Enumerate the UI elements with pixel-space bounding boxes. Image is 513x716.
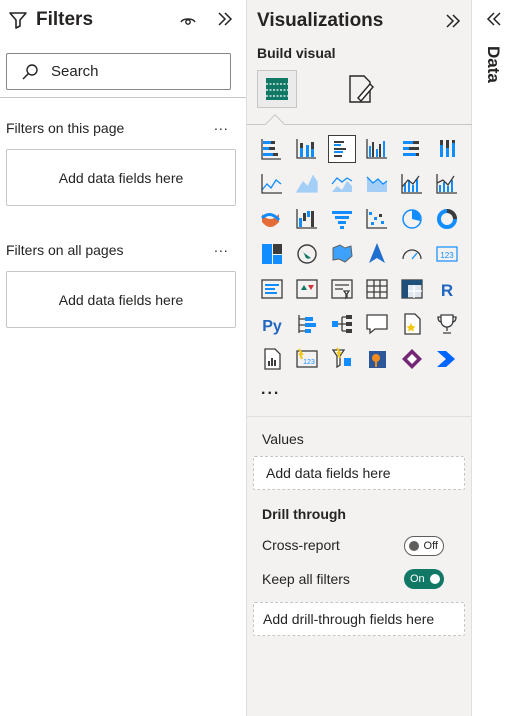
key-influencers-icon[interactable] [293, 310, 321, 338]
toggle-knob [409, 541, 419, 551]
matrix-icon[interactable] [398, 275, 426, 303]
all-pages-filters-well[interactable]: Add data fields here [6, 271, 236, 328]
waterfall-chart-icon[interactable] [293, 205, 321, 233]
card-icon[interactable]: 123 [433, 240, 461, 268]
data-pane-title[interactable]: Data [483, 46, 503, 83]
slicer-icon[interactable] [328, 275, 356, 303]
power-automate-icon[interactable] [328, 345, 356, 373]
data-pane: Data [473, 0, 513, 716]
donut-chart-icon[interactable] [433, 205, 461, 233]
clustered-column-chart-icon[interactable] [363, 135, 391, 163]
arcgis-map-icon[interactable] [363, 345, 391, 373]
more-visuals-button[interactable]: ... [261, 381, 280, 399]
filters-all-pages-label: Filters on all pages [6, 242, 124, 258]
filters-on-page-label: Filters on this page [6, 120, 125, 136]
paginated-report-icon[interactable] [258, 345, 286, 373]
line-chart-icon[interactable] [258, 170, 286, 198]
azure-map-icon[interactable] [363, 240, 391, 268]
keep-all-filters-toggle[interactable]: On [404, 569, 444, 589]
power-apps-icon[interactable]: 123 [293, 345, 321, 373]
format-brush-icon [349, 75, 374, 103]
visualizations-pane: Visualizations Build visual 123 R Py 123 ..… [246, 0, 472, 716]
table-build-icon [266, 78, 288, 100]
all-filters-more-button[interactable]: ... [214, 239, 229, 255]
table-icon[interactable] [363, 275, 391, 303]
divider [247, 416, 472, 417]
svg-text:123: 123 [303, 359, 315, 366]
search-icon [22, 63, 38, 80]
drill-through-well[interactable]: Add drill-through fields here [253, 602, 465, 636]
kpi-icon[interactable] [293, 275, 321, 303]
r-script-icon[interactable]: R [433, 275, 461, 303]
scatter-chart-icon[interactable] [363, 205, 391, 233]
search-placeholder: Search [51, 63, 99, 80]
build-visual-label: Build visual [257, 45, 336, 61]
filters-pane: Filters Search Filters on this page ... … [0, 0, 246, 716]
drill-through-label: Drill through [262, 506, 346, 522]
page-filters-well[interactable]: Add data fields here [6, 149, 236, 206]
eye-icon[interactable] [180, 12, 196, 28]
values-well[interactable]: Add data fields here [253, 456, 465, 490]
values-label: Values [262, 431, 304, 447]
build-visual-tab[interactable] [257, 70, 297, 108]
filters-header: Filters [8, 9, 93, 31]
100-stacked-column-chart-icon[interactable] [433, 135, 461, 163]
stacked-bar-chart-icon[interactable] [258, 135, 286, 163]
line-and-clustered-column-icon[interactable] [433, 170, 461, 198]
100-stacked-area-chart-icon[interactable] [363, 170, 391, 198]
stacked-column-chart-icon[interactable] [293, 135, 321, 163]
filled-map-icon[interactable] [328, 240, 356, 268]
toggle-knob [430, 574, 440, 584]
keep-all-filters-label: Keep all filters [262, 571, 350, 587]
map-icon[interactable] [293, 240, 321, 268]
app-root: Filters Search Filters on this page ... … [0, 0, 513, 716]
filters-title: Filters [36, 9, 94, 30]
area-chart-icon[interactable] [293, 170, 321, 198]
multi-row-card-icon[interactable] [258, 275, 286, 303]
ribbon-chart-icon[interactable] [258, 205, 286, 233]
expand-data-icon[interactable] [485, 10, 503, 28]
visualizations-title: Visualizations [257, 10, 384, 31]
cross-report-toggle[interactable]: Off [404, 536, 444, 556]
python-visual-icon[interactable]: Py [258, 310, 286, 338]
search-input[interactable]: Search [6, 53, 231, 90]
qa-icon[interactable] [363, 310, 391, 338]
treemap-icon[interactable] [258, 240, 286, 268]
cross-report-label: Cross-report [262, 537, 340, 553]
keep-all-filters-state: On [410, 573, 425, 585]
funnel-icon [9, 12, 27, 29]
divider [0, 97, 246, 98]
format-visual-tab[interactable] [341, 70, 381, 108]
power-apps-diamond-icon[interactable] [398, 345, 426, 373]
metrics-icon[interactable] [433, 310, 461, 338]
smart-narrative-icon[interactable] [398, 310, 426, 338]
page-filters-more-button[interactable]: ... [214, 117, 229, 133]
funnel-icon[interactable] [328, 205, 356, 233]
decomposition-tree-icon[interactable] [328, 310, 356, 338]
clustered-bar-chart-icon[interactable] [328, 135, 356, 163]
tab-pointer [265, 114, 285, 134]
pie-chart-icon[interactable] [398, 205, 426, 233]
svg-text:123: 123 [440, 251, 454, 260]
100-stacked-bar-chart-icon[interactable] [398, 135, 426, 163]
cross-report-state: Off [423, 540, 438, 552]
collapse-visualizations-icon[interactable] [444, 12, 462, 30]
line-and-stacked-column-icon[interactable] [398, 170, 426, 198]
svg-text:Py: Py [262, 318, 282, 335]
stacked-area-chart-icon[interactable] [328, 170, 356, 198]
svg-text:R: R [441, 281, 453, 300]
collapse-filters-icon[interactable] [216, 10, 234, 28]
gauge-icon[interactable] [398, 240, 426, 268]
power-automate-arrow-icon[interactable] [433, 345, 461, 373]
